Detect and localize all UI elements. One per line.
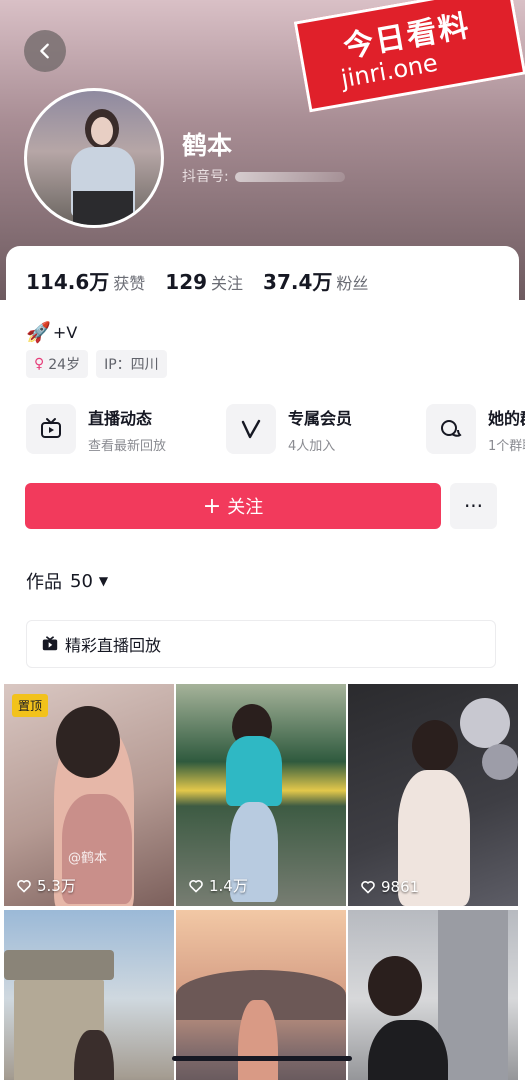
- stat-followers[interactable]: 37.4万 粉丝: [263, 266, 368, 295]
- video-tile[interactable]: 置顶 @鹤本 5.3万: [4, 684, 174, 906]
- rocket-icon: 🚀: [26, 320, 51, 344]
- video-likes: 9861: [360, 878, 419, 896]
- stat-likes-label: 获赞: [113, 274, 146, 293]
- video-grid: 置顶 @鹤本 5.3万 1.4万 9861: [4, 684, 518, 1080]
- works-tab[interactable]: 作品 50 ▼: [26, 568, 108, 594]
- video-tile[interactable]: [4, 910, 174, 1080]
- age-tag: ♀ 24岁: [26, 350, 89, 378]
- feature-group[interactable]: 她的群 1个群聊: [426, 404, 525, 454]
- v-icon: [226, 404, 276, 454]
- home-indicator: [172, 1056, 352, 1061]
- tv-icon: [42, 636, 58, 651]
- nickname: 鹤本: [182, 131, 233, 160]
- pinned-badge: 置顶: [12, 694, 49, 717]
- back-button[interactable]: [24, 30, 66, 72]
- female-icon: ♀: [34, 356, 45, 372]
- stat-followers-value: 37.4万: [263, 270, 333, 294]
- badge-row[interactable]: 🚀 +V: [26, 320, 77, 344]
- heart-icon: [361, 881, 375, 894]
- feature-membership-title: 专属会员: [288, 408, 353, 428]
- feature-group-title: 她的群: [488, 408, 525, 428]
- stat-followers-label: 粉丝: [336, 274, 369, 293]
- age-text: 24岁: [48, 357, 81, 373]
- stat-likes[interactable]: 114.6万 获赞: [26, 266, 145, 295]
- video-likes: 1.4万: [188, 875, 248, 896]
- live-replay-entry[interactable]: 精彩直播回放: [26, 620, 496, 668]
- feature-group-subtitle: 1个群聊: [488, 438, 525, 454]
- chevron-left-icon: [40, 43, 49, 59]
- feature-row: 直播动态 查看最新回放 专属会员 4人加入 她的群 1个: [26, 404, 525, 454]
- works-label: 作品: [26, 572, 62, 593]
- video-tile[interactable]: [176, 910, 346, 1080]
- stat-following-value: 129: [165, 270, 208, 294]
- profile-screen: 鹤本 抖音号: 今日看料 jinri.one 114.6万 获赞 129 关注 37…: [0, 0, 525, 1080]
- tv-icon: [26, 404, 76, 454]
- live-replay-label: 精彩直播回放: [65, 636, 162, 655]
- more-icon: ···: [463, 494, 484, 518]
- video-likes: 5.3万: [16, 875, 76, 896]
- douyin-id: 抖音号:: [182, 166, 345, 186]
- douyin-id-redacted: [234, 172, 345, 182]
- ip-tag: IP：四川: [96, 350, 167, 378]
- follow-button[interactable]: + 关注: [25, 483, 441, 529]
- stat-likes-value: 114.6万: [26, 270, 110, 294]
- ip-text: IP：四川: [104, 357, 159, 373]
- stat-following[interactable]: 129 关注: [165, 270, 243, 294]
- caret-down-icon: ▼: [98, 574, 109, 588]
- feature-membership-subtitle: 4人加入: [288, 438, 336, 454]
- video-likes-count: 9861: [381, 878, 420, 896]
- video-tile[interactable]: 9861: [348, 684, 518, 906]
- feature-membership[interactable]: 专属会员 4人加入: [226, 404, 398, 454]
- more-button[interactable]: ···: [450, 483, 497, 529]
- douyin-id-label: 抖音号:: [182, 169, 229, 185]
- stat-following-label: 关注: [211, 274, 244, 293]
- video-caption: @鹤本: [68, 851, 108, 866]
- video-likes-count: 5.3万: [37, 877, 76, 895]
- stats-row: 114.6万 获赞 129 关注 37.4万 粉丝: [26, 266, 388, 295]
- video-tile[interactable]: 1.4万: [176, 684, 346, 906]
- works-count: 50: [70, 570, 93, 592]
- badge-text: +V: [52, 322, 78, 342]
- video-likes-count: 1.4万: [209, 877, 248, 895]
- feature-live-title: 直播动态: [88, 408, 153, 428]
- heart-icon: [189, 879, 203, 892]
- follow-button-label: 关注: [227, 497, 264, 518]
- avatar[interactable]: [24, 88, 164, 228]
- heart-icon: [17, 879, 31, 892]
- chat-icon: [426, 404, 476, 454]
- feature-live-subtitle: 查看最新回放: [88, 438, 167, 454]
- plus-icon: +: [202, 493, 222, 519]
- profile-tags: ♀ 24岁 IP：四川: [26, 350, 175, 378]
- video-tile[interactable]: [348, 910, 518, 1080]
- feature-live[interactable]: 直播动态 查看最新回放: [26, 404, 198, 454]
